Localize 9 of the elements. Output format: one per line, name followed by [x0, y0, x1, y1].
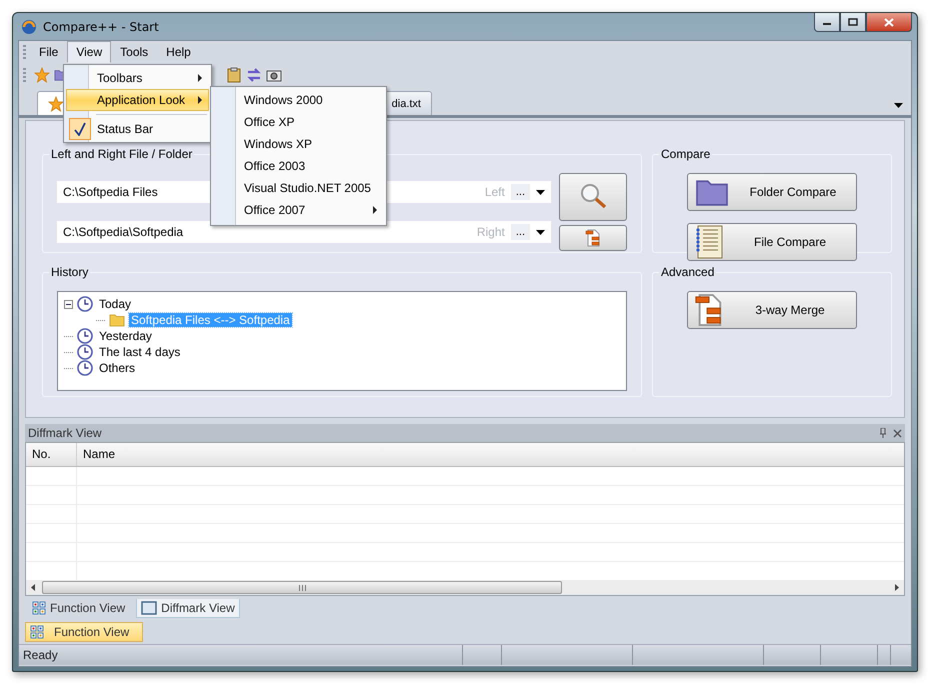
pane-title: Diffmark View: [28, 426, 103, 440]
side-label: Right: [476, 225, 505, 239]
group-title: Compare: [660, 147, 712, 161]
group-title: Advanced: [660, 265, 716, 279]
window-title: Compare++ - Start: [43, 20, 159, 34]
status-text: Ready: [22, 647, 59, 664]
group-title: Left and Right File / Folder: [50, 147, 194, 161]
side-label: Left: [484, 185, 505, 199]
group-title: History: [50, 265, 90, 279]
